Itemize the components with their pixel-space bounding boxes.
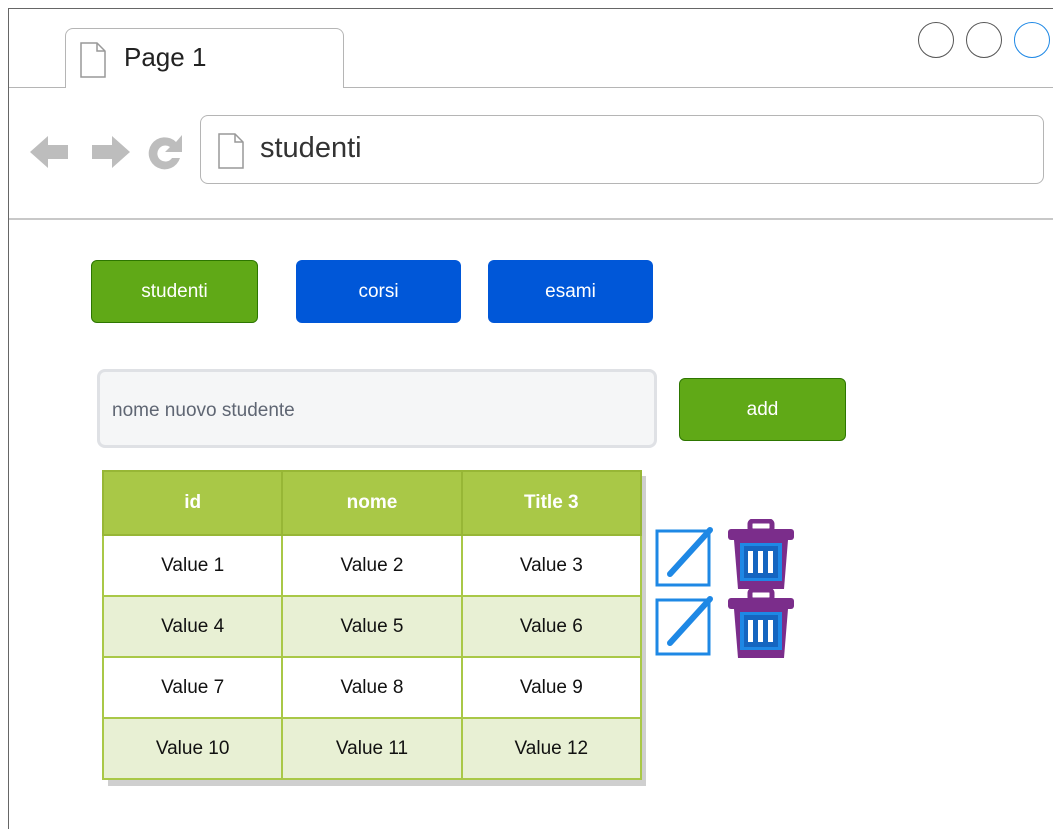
table-cell: Value 11 — [281, 717, 463, 780]
nav-button-corsi[interactable]: corsi — [296, 260, 461, 323]
tab-title: Page 1 — [124, 42, 207, 72]
column-header-id: id — [101, 470, 284, 536]
trash-icon[interactable] — [726, 588, 796, 662]
table-cell: Value 4 — [101, 595, 284, 658]
table-cell: Value 1 — [101, 534, 284, 597]
table-row: Value 1 Value 2 Value 3 — [101, 534, 643, 597]
table-cell: Value 3 — [460, 534, 643, 597]
minimize-button[interactable] — [918, 22, 954, 58]
maximize-button[interactable] — [966, 22, 1002, 58]
table-cell: Value 9 — [460, 656, 643, 719]
address-text: studenti — [260, 132, 362, 164]
close-button[interactable] — [1014, 22, 1050, 58]
column-header-nome: nome — [281, 470, 463, 536]
add-button[interactable]: add — [679, 378, 846, 441]
page-icon — [80, 42, 106, 78]
forward-arrow-icon[interactable] — [82, 132, 132, 172]
tab-divider — [343, 87, 1053, 88]
nav-button-esami[interactable]: esami — [488, 260, 653, 323]
table-cell: Value 10 — [101, 717, 284, 780]
refresh-icon[interactable] — [142, 132, 188, 174]
students-table: id nome Title 3 Value 1 Value 2 Value 3 … — [101, 470, 643, 780]
nav-button-studenti[interactable]: studenti — [91, 260, 258, 323]
toolbar-divider — [9, 218, 1053, 220]
table-row: Value 4 Value 5 Value 6 — [101, 595, 643, 658]
column-header-title-3: Title 3 — [460, 470, 643, 536]
tab-divider — [9, 87, 66, 88]
trash-icon[interactable] — [726, 519, 796, 593]
edit-icon[interactable] — [654, 595, 714, 657]
table-row: Value 10 Value 11 Value 12 — [101, 717, 643, 780]
table-cell: Value 5 — [281, 595, 463, 658]
back-arrow-icon[interactable] — [28, 132, 78, 172]
table-cell: Value 12 — [460, 717, 643, 780]
table-cell: Value 6 — [460, 595, 643, 658]
table-cell: Value 8 — [281, 656, 463, 719]
table-cell: Value 7 — [101, 656, 284, 719]
edit-icon[interactable] — [654, 526, 714, 588]
page-icon — [218, 133, 244, 169]
table-row: Value 7 Value 8 Value 9 — [101, 656, 643, 719]
table-cell: Value 2 — [281, 534, 463, 597]
new-student-placeholder: nome nuovo studente — [112, 400, 295, 421]
